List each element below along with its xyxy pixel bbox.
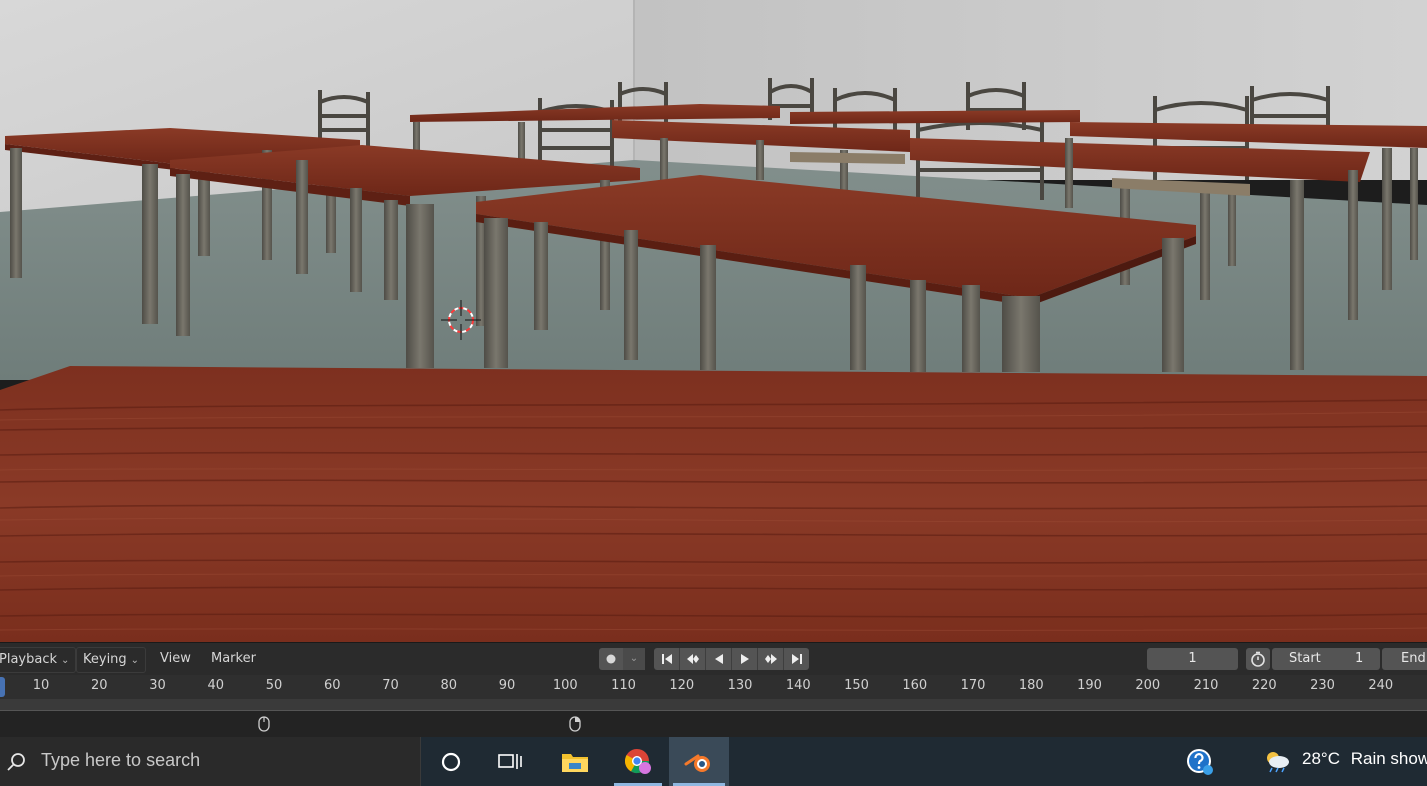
chevron-down-icon: ⌄ — [130, 655, 140, 666]
ruler-tick-label: 50 — [265, 678, 283, 693]
playback-menu-label: Playback — [0, 652, 58, 667]
mouse-icon — [258, 716, 270, 732]
play-button[interactable] — [732, 648, 758, 670]
playback-controls — [654, 648, 809, 670]
playback-menu[interactable]: Playback ⌄ — [0, 647, 77, 673]
ruler-tick-label: 210 — [1193, 678, 1219, 693]
view-menu[interactable]: View — [154, 647, 197, 671]
cortana-circle-icon — [441, 752, 461, 771]
chrome-button[interactable] — [610, 737, 666, 786]
frame-ruler[interactable]: 10 20 30 40 50 60 70 80 90 100 110 120 130 140 150 160 1… — [0, 675, 1427, 699]
ruler-tick-label: 150 — [844, 678, 869, 693]
task-view-icon — [498, 753, 522, 769]
end-frame-label: End — [1401, 651, 1426, 666]
chevron-down-icon[interactable]: ⌄ — [623, 648, 645, 670]
jump-next-keyframe-button[interactable] — [758, 648, 784, 670]
keying-menu[interactable]: Keying ⌄ — [76, 647, 147, 673]
folder-icon — [562, 753, 588, 772]
start-frame-value: 1 — [1355, 651, 1364, 666]
ruler-tick-label: 120 — [669, 678, 695, 693]
start-frame-field[interactable]: Start 1 — [1272, 648, 1380, 670]
next-keyframe-icon — [764, 654, 777, 664]
play-reverse-icon — [714, 654, 723, 664]
timeline-header: Playback ⌄ Keying ⌄ View Marker ⌄ 1 Star… — [0, 642, 1427, 675]
blender-button[interactable] — [669, 737, 729, 786]
chrome-icon — [624, 748, 651, 774]
search-icon — [7, 753, 25, 771]
jump-prev-keyframe-button[interactable] — [680, 648, 706, 670]
ruler-tick-label: 190 — [1077, 678, 1102, 693]
stopwatch-icon — [1251, 651, 1265, 667]
ruler-tick-label: 90 — [498, 678, 516, 693]
blender-icon — [684, 754, 710, 772]
ruler-tick-label: 240 — [1368, 678, 1394, 693]
preview-range-toggle[interactable] — [1246, 648, 1270, 670]
help-question-icon — [1187, 748, 1213, 775]
chevron-down-icon: ⌄ — [61, 655, 70, 666]
ruler-tick-label: 20 — [90, 678, 108, 693]
ruler-tick-label: 220 — [1251, 678, 1277, 693]
keying-menu-label: Keying — [83, 652, 127, 667]
ruler-tick-label: 160 — [902, 678, 928, 693]
jump-to-end-button[interactable] — [784, 648, 809, 670]
jump-to-start-button[interactable] — [654, 648, 680, 670]
help-button[interactable] — [1172, 737, 1228, 786]
play-icon — [740, 654, 749, 664]
playhead[interactable] — [0, 677, 5, 697]
weather-temperature: 28°C — [1302, 749, 1340, 768]
ruler-tick-label: 30 — [149, 678, 166, 693]
cortana-button[interactable] — [423, 737, 479, 786]
ruler-tick-label: 140 — [785, 678, 811, 693]
windows-taskbar: Type here to search 28°C Rain show — [0, 737, 1427, 786]
ruler-tick-label: 110 — [611, 678, 636, 693]
jump-end-icon — [791, 654, 802, 664]
task-view-button[interactable] — [482, 737, 538, 786]
play-reverse-button[interactable] — [706, 648, 732, 670]
ruler-tick-label: 40 — [207, 678, 225, 693]
ruler-tick-label: 230 — [1310, 678, 1335, 693]
end-frame-field[interactable]: End — [1382, 648, 1427, 670]
scene-render — [0, 0, 1427, 642]
timeline-scroll-area[interactable] — [0, 711, 1427, 737]
ruler-tick-label: 70 — [382, 678, 399, 693]
start-frame-label: Start — [1289, 651, 1321, 666]
marker-menu[interactable]: Marker — [205, 647, 262, 671]
ruler-tick-label: 130 — [727, 678, 753, 693]
ruler-tick-label: 80 — [440, 678, 458, 693]
weather-condition: Rain show — [1350, 749, 1427, 768]
ruler-tick-label: 100 — [552, 678, 578, 693]
ruler-tick-label: 200 — [1135, 678, 1161, 693]
search-placeholder: Type here to search — [41, 750, 201, 770]
auto-keying-toggle[interactable]: ⌄ — [599, 648, 645, 670]
current-frame-field[interactable]: 1 — [1147, 648, 1238, 670]
3d-viewport[interactable] — [0, 0, 1427, 642]
ruler-tick-label: 170 — [960, 678, 986, 693]
jump-start-icon — [661, 654, 672, 664]
prev-keyframe-icon — [686, 654, 699, 664]
weather-rain-icon[interactable] — [1262, 749, 1292, 773]
ruler-tick-label: 60 — [323, 678, 341, 693]
mouse-icon — [569, 716, 581, 732]
weather-widget[interactable]: 28°C Rain show — [1302, 749, 1427, 769]
record-icon — [599, 654, 623, 664]
ruler-tick-label: 180 — [1018, 678, 1044, 693]
file-explorer-button[interactable] — [547, 737, 603, 786]
ruler-tick-label: 10 — [32, 678, 50, 693]
taskbar-search[interactable]: Type here to search — [0, 737, 421, 786]
